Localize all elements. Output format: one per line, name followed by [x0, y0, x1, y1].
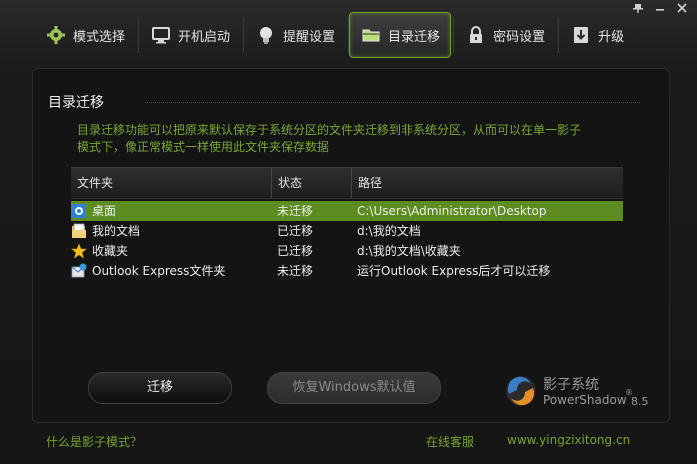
window-controls	[629, 2, 691, 18]
tab-reminder[interactable]: 提醒设置	[244, 12, 346, 58]
cell-folder: 我的文档	[71, 221, 271, 241]
tab-directory-migration[interactable]: 目录迁移	[349, 12, 452, 58]
desktop-icon	[71, 203, 87, 219]
cell-path: d:\我的文档\收藏夹	[357, 244, 461, 258]
table-row[interactable]: 我的文档 已迁移 d:\我的文档	[71, 221, 623, 241]
page-title: 目录迁移	[48, 95, 104, 111]
table-row[interactable]: 桌面 未迁移 C:\Users\Administrator\Desktop	[71, 201, 623, 221]
restore-defaults-button[interactable]: 恢复Windows默认值	[267, 372, 441, 404]
top-nav: 模式选择 开机启动 提醒设置 目录迁移 密码设置 升级	[34, 12, 637, 58]
column-header-folder[interactable]: 文件夹	[71, 168, 271, 198]
outlook-icon	[71, 263, 87, 279]
column-header-status[interactable]: 状态	[271, 168, 351, 198]
column-header-path[interactable]: 路径	[351, 168, 623, 198]
download-icon	[570, 24, 592, 46]
lightbulb-icon	[255, 24, 277, 46]
lock-icon	[465, 24, 487, 46]
tab-mode-select-label: 模式选择	[73, 29, 126, 45]
cell-status: 已迁移	[277, 224, 314, 238]
cell-folder: 桌面	[71, 201, 271, 221]
migrate-button[interactable]: 迁移	[88, 372, 232, 404]
online-support-link[interactable]: 在线客服	[426, 433, 474, 450]
tab-startup[interactable]: 开机启动	[139, 12, 241, 58]
tab-password-label: 密码设置	[493, 29, 546, 45]
title-divider	[145, 102, 640, 104]
folder-name: 我的文档	[92, 224, 141, 238]
folder-name: 收藏夹	[92, 244, 129, 258]
description-line-2: 模式下，像正常模式一样使用此文件夹保存数据	[77, 140, 330, 154]
powershadow-logo: 影子系统 PowerShadow ® 8.5	[501, 372, 661, 412]
tab-upgrade-label: 升级	[598, 29, 625, 45]
tab-mode-select[interactable]: 模式选择	[34, 12, 136, 58]
folder-name: 桌面	[92, 204, 117, 218]
logo-name-en: PowerShadow	[543, 393, 627, 407]
cell-folder: 收藏夹	[71, 241, 271, 261]
table-row[interactable]: Outlook Express文件夹 未迁移 运行Outlook Express…	[71, 261, 623, 281]
folder-icon	[360, 24, 382, 46]
description: 目录迁移功能可以把原来默认保存于系统分区的文件夹迁移到非系统分区，从而可以在单一…	[77, 122, 602, 156]
what-is-shadow-mode-link[interactable]: 什么是影子模式？	[46, 433, 142, 450]
logo-name-cn: 影子系统	[543, 377, 599, 393]
star-icon	[71, 243, 87, 259]
table-body: 桌面 未迁移 C:\Users\Administrator\Desktop 我的…	[71, 201, 623, 281]
documents-icon	[71, 223, 87, 239]
logo-version: 8.5	[631, 395, 649, 408]
app-window: 模式选择 开机启动 提醒设置 目录迁移 密码设置 升级 目录迁移 目录迁移功能可…	[0, 0, 697, 464]
cell-path: C:\Users\Administrator\Desktop	[357, 204, 547, 218]
cell-status: 已迁移	[277, 244, 314, 258]
gear-icon	[45, 24, 67, 46]
tab-upgrade[interactable]: 升级	[559, 12, 635, 58]
cell-path: 运行Outlook Express后才可以迁移	[357, 264, 551, 278]
cell-folder: Outlook Express文件夹	[71, 261, 271, 281]
tab-startup-label: 开机启动	[178, 29, 231, 45]
tab-directory-migration-label: 目录迁移	[388, 29, 441, 45]
monitor-icon	[150, 24, 172, 46]
minimize-icon[interactable]	[651, 2, 669, 18]
main-panel: 目录迁移 目录迁移功能可以把原来默认保存于系统分区的文件夹迁移到非系统分区，从而…	[32, 68, 670, 423]
table-row[interactable]: 收藏夹 已迁移 d:\我的文档\收藏夹	[71, 241, 623, 261]
close-icon[interactable]	[673, 2, 691, 18]
description-line-1: 目录迁移功能可以把原来默认保存于系统分区的文件夹迁移到非系统分区，从而可以在单一…	[77, 123, 582, 137]
table-header: 文件夹 状态 路径	[71, 167, 623, 199]
folder-name: Outlook Express文件夹	[92, 264, 226, 278]
tab-reminder-label: 提醒设置	[283, 29, 336, 45]
cell-status: 未迁移	[277, 204, 314, 218]
folder-table: 文件夹 状态 路径 桌面 未迁移 C:\Users\Administrator\…	[71, 167, 623, 281]
cell-path: d:\我的文档	[357, 224, 421, 238]
cell-status: 未迁移	[277, 264, 314, 278]
logo-icon	[506, 376, 536, 406]
tab-password[interactable]: 密码设置	[454, 12, 556, 58]
website-link[interactable]: www.yingzixitong.cn	[507, 433, 630, 447]
